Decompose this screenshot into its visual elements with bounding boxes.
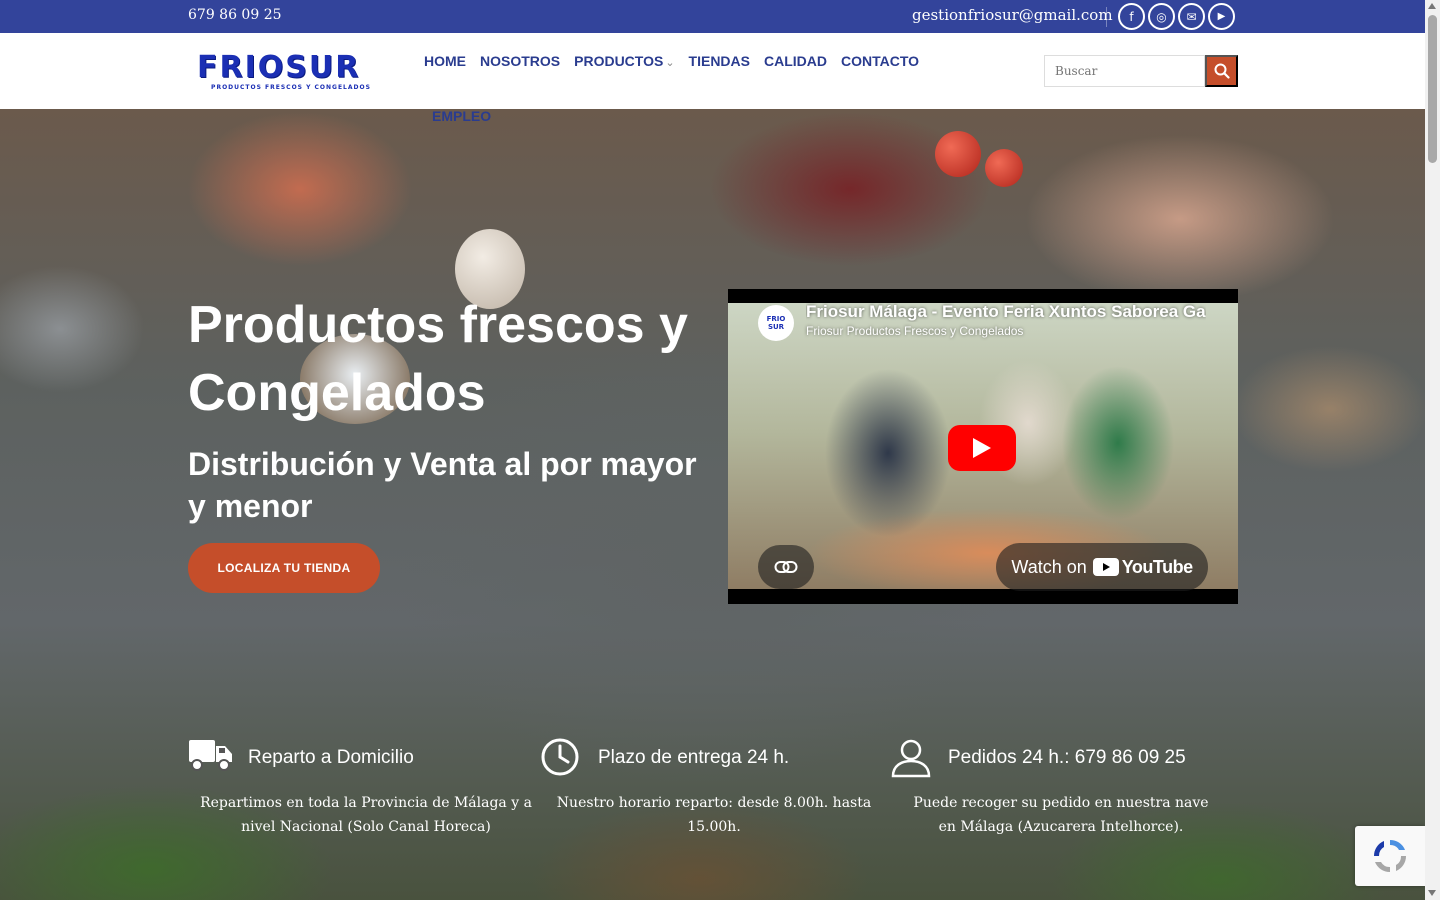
logo-tagline: PRODUCTOS FRESCOS Y CONGELADOS	[211, 84, 371, 91]
logo-wordmark: FRIOSUR	[197, 50, 361, 85]
topbar-email[interactable]: gestionfriosur@gmail.com	[912, 6, 1113, 24]
recaptcha-badge[interactable]	[1355, 826, 1425, 886]
youtube-icon[interactable]: ▶	[1208, 3, 1235, 30]
feature-orders-text: Puede recoger su pedido en nuestra nave …	[913, 795, 1209, 835]
scroll-down-arrow-icon[interactable]	[1428, 890, 1436, 896]
instagram-icon[interactable]: ◎	[1148, 3, 1175, 30]
truck-icon	[189, 740, 232, 771]
search-input[interactable]	[1044, 55, 1205, 87]
search-button[interactable]	[1205, 55, 1238, 87]
feature-delivery-time-title: Plazo de entrega 24 h.	[598, 747, 790, 768]
facebook-icon[interactable]: f	[1118, 3, 1145, 30]
site-header: FRIOSUR PRODUCTOS FRESCOS Y CONGELADOS H…	[0, 33, 1425, 109]
youtube-logo: YouTube	[1092, 556, 1193, 578]
nav-tiendas[interactable]: TIENDAS	[689, 53, 750, 69]
scrollbar-thumb[interactable]	[1428, 15, 1437, 163]
channel-avatar[interactable]: FRIO SUR	[758, 305, 794, 341]
nav-contacto[interactable]: CONTACTO	[841, 53, 919, 69]
nav-nosotros[interactable]: NOSOTROS	[480, 53, 560, 69]
main-nav: HOME NOSOTROS PRODUCTOS ⌄ TIENDAS CALIDAD…	[424, 53, 933, 69]
video-channel-name[interactable]: Friosur Productos Frescos y Congelados	[806, 324, 1023, 338]
nav-home[interactable]: HOME	[424, 53, 466, 69]
nav-productos-label: PRODUCTOS	[574, 53, 664, 69]
clock-icon	[541, 738, 579, 776]
user-icon	[891, 739, 931, 778]
feature-delivery-time-text: Nuestro horario reparto: desde 8.00h. ha…	[556, 795, 872, 835]
feature-orders-title: Pedidos 24 h.: 679 86 09 25	[948, 747, 1186, 768]
hero-title: Productos frescos y Congelados	[188, 296, 688, 422]
feature-delivery-text: Repartimos en toda la Provincia de Málag…	[200, 795, 532, 835]
recaptcha-icon	[1373, 839, 1407, 873]
link-icon	[774, 561, 798, 573]
play-button[interactable]	[948, 425, 1016, 471]
nav-empleo[interactable]: EMPLEO	[432, 108, 491, 124]
hero-subtitle: Distribución y Venta al por mayor y meno…	[188, 446, 697, 524]
youtube-icon	[1092, 558, 1119, 576]
hero-bg-tomato	[985, 149, 1023, 187]
hero-section: Productos frescos y Congelados Distribuc…	[0, 109, 1425, 900]
copy-link-button[interactable]	[758, 545, 814, 589]
play-icon	[973, 438, 991, 458]
top-bar: 679 86 09 25 gestionfriosur@gmail.com f …	[0, 0, 1425, 33]
nav-productos[interactable]: PRODUCTOS ⌄	[574, 53, 674, 69]
scroll-up-arrow-icon[interactable]	[1428, 3, 1436, 9]
watch-on-youtube-button[interactable]: Watch on YouTube	[996, 543, 1208, 591]
watch-on-label: Watch on	[1011, 556, 1087, 577]
hero-bg-tomato	[935, 131, 981, 177]
youtube-wordmark: YouTube	[1121, 556, 1193, 577]
find-store-button[interactable]: LOCALIZA TU TIENDA	[188, 543, 380, 593]
feature-delivery-title: Reparto a Domicilio	[248, 747, 414, 768]
chevron-down-icon: ⌄	[665, 57, 675, 69]
youtube-video-embed[interactable]: FRIO SUR Friosur Málaga - Evento Feria X…	[728, 289, 1238, 604]
mail-icon[interactable]: ✉	[1178, 3, 1205, 30]
search-icon	[1214, 63, 1230, 79]
page-scrollbar[interactable]	[1425, 0, 1440, 900]
topbar-phone[interactable]: 679 86 09 25	[188, 7, 282, 23]
video-title[interactable]: Friosur Málaga - Evento Feria Xuntos Sab…	[806, 302, 1206, 322]
topbar-divider	[1106, 7, 1107, 27]
nav-calidad[interactable]: CALIDAD	[764, 53, 827, 69]
friosur-logo[interactable]: FRIOSUR PRODUCTOS FRESCOS Y CONGELADOS	[197, 52, 385, 92]
